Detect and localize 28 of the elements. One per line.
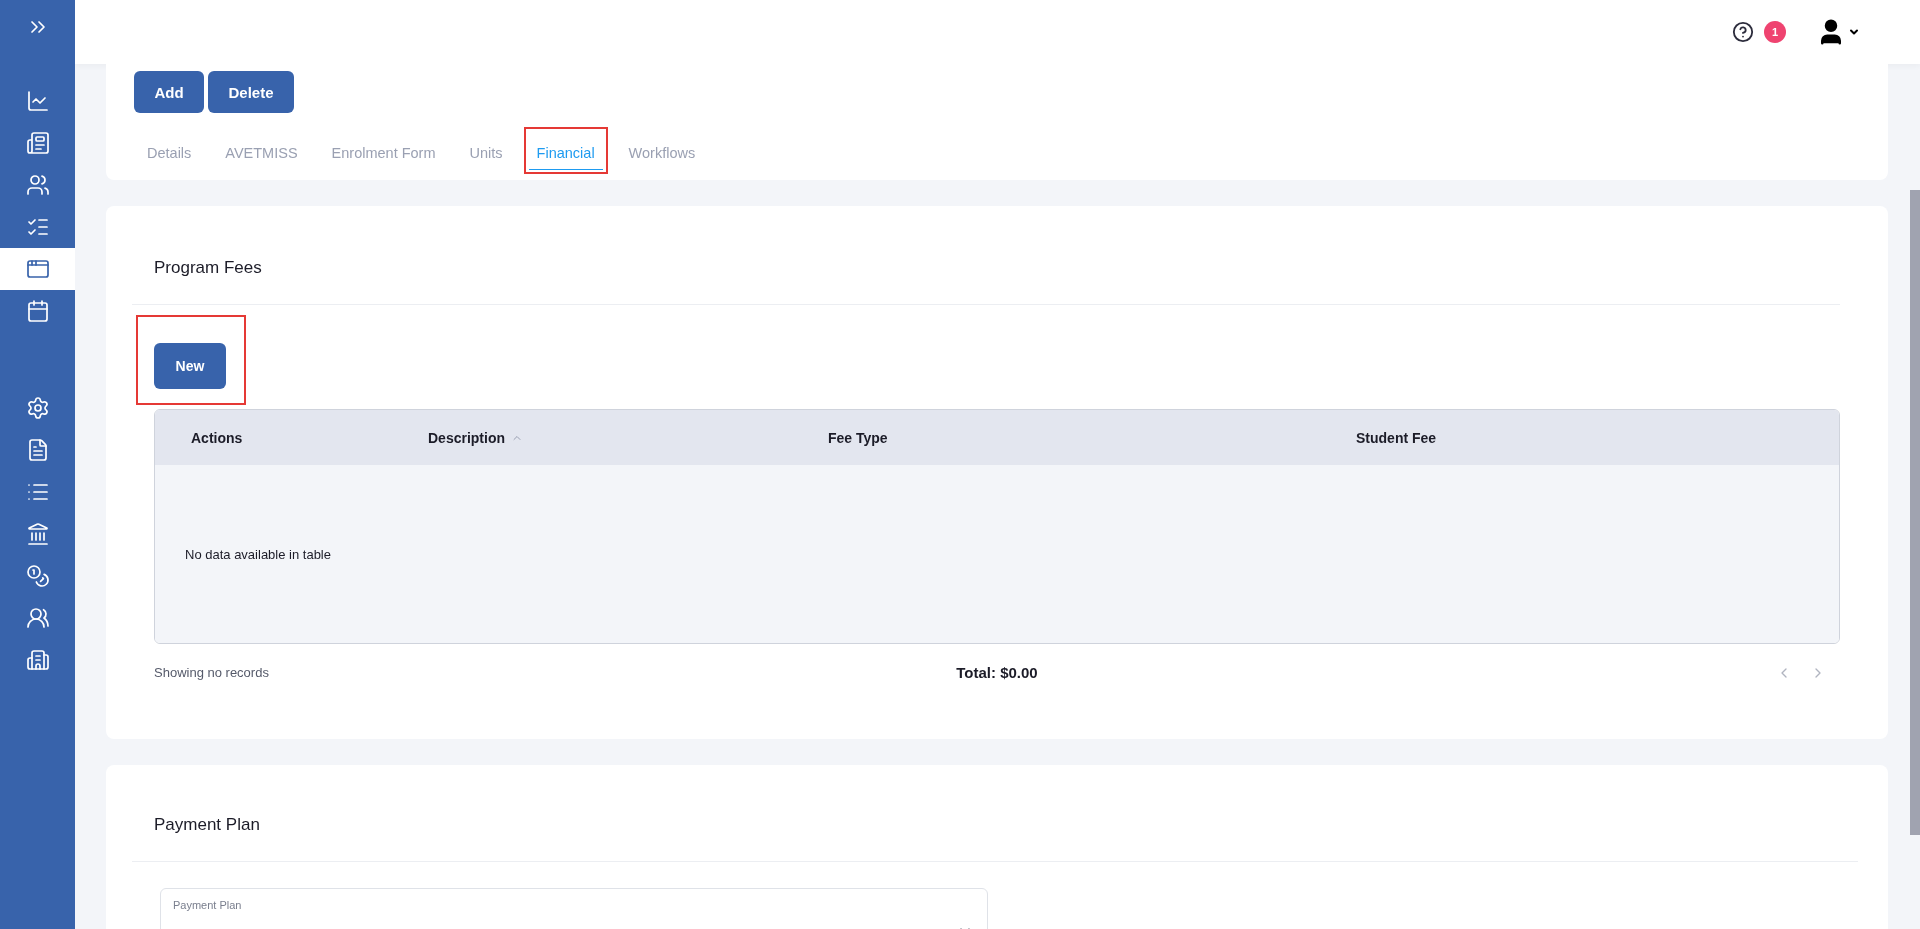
new-button[interactable]: New: [154, 343, 226, 389]
action-button[interactable]: Add: [134, 71, 204, 113]
sidebar-item[interactable]: [0, 248, 75, 290]
notification-badge: 1: [1764, 21, 1786, 43]
people-outline-icon: [25, 606, 50, 630]
records-count: Showing no records: [154, 665, 270, 680]
column-header[interactable]: Fee Type: [828, 429, 888, 446]
calendar-icon: [25, 299, 50, 323]
empty-message: No data available in table: [185, 546, 331, 562]
help-icon[interactable]: [1732, 21, 1754, 43]
payment-plan-select[interactable]: Payment Plan: [160, 888, 988, 929]
column-header[interactable]: Description: [428, 429, 505, 446]
column-header[interactable]: Student Fee: [1356, 429, 1437, 446]
column-header[interactable]: Actions: [191, 429, 243, 446]
action-button[interactable]: Delete: [208, 71, 294, 113]
newspaper-icon: [25, 131, 50, 155]
tab[interactable]: Financial: [528, 139, 603, 170]
line-chart-icon: [25, 89, 50, 113]
people-icon: [25, 173, 50, 197]
bank-icon: [25, 522, 50, 546]
coins-icon: [25, 564, 50, 588]
building-icon: [25, 648, 50, 672]
settings-icon: [25, 396, 50, 420]
section-title: Payment Plan: [132, 815, 1858, 862]
section-title: Program Fees: [132, 258, 1840, 305]
total-amount: Total: $0.00: [956, 664, 1038, 681]
scrollbar[interactable]: [1910, 190, 1920, 835]
windows-icon: [25, 257, 50, 281]
